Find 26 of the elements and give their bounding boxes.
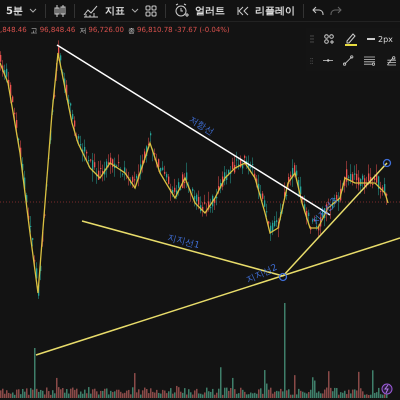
alarm-clock-icon[interactable] <box>174 3 189 18</box>
redo-icon[interactable] <box>330 6 342 16</box>
alert-button[interactable]: 얼러트 <box>194 4 225 18</box>
parallel-lines-icon[interactable] <box>364 54 375 66</box>
pencil-icon[interactable] <box>345 32 357 46</box>
trend-line[interactable] <box>282 162 388 276</box>
caret-icon[interactable] <box>130 8 139 14</box>
diagonal-line-icon[interactable] <box>343 54 354 67</box>
line-label: 지지선1 <box>166 233 201 252</box>
grid-icon[interactable] <box>144 4 157 16</box>
drag-handle-icon[interactable] <box>310 35 314 43</box>
interval-selector[interactable]: 5분 <box>6 4 23 18</box>
indicators-button[interactable]: 지표 <box>104 4 125 18</box>
undo-icon[interactable] <box>312 6 324 16</box>
candlestick-icon[interactable] <box>54 4 66 18</box>
rewind-icon[interactable] <box>236 6 249 16</box>
line-width-selector[interactable]: 2px <box>367 34 393 44</box>
lightning-icon[interactable] <box>382 384 392 394</box>
fibonacci-icon[interactable] <box>384 54 396 66</box>
nodes-icon[interactable] <box>324 34 335 44</box>
anchor-handle[interactable] <box>382 158 392 168</box>
caret-icon[interactable] <box>28 8 37 14</box>
chart-icon[interactable] <box>82 4 99 18</box>
anchor-handle[interactable] <box>278 272 288 282</box>
horizontal-line-icon[interactable] <box>323 58 334 63</box>
replay-button[interactable]: 리플레이 <box>254 4 295 18</box>
